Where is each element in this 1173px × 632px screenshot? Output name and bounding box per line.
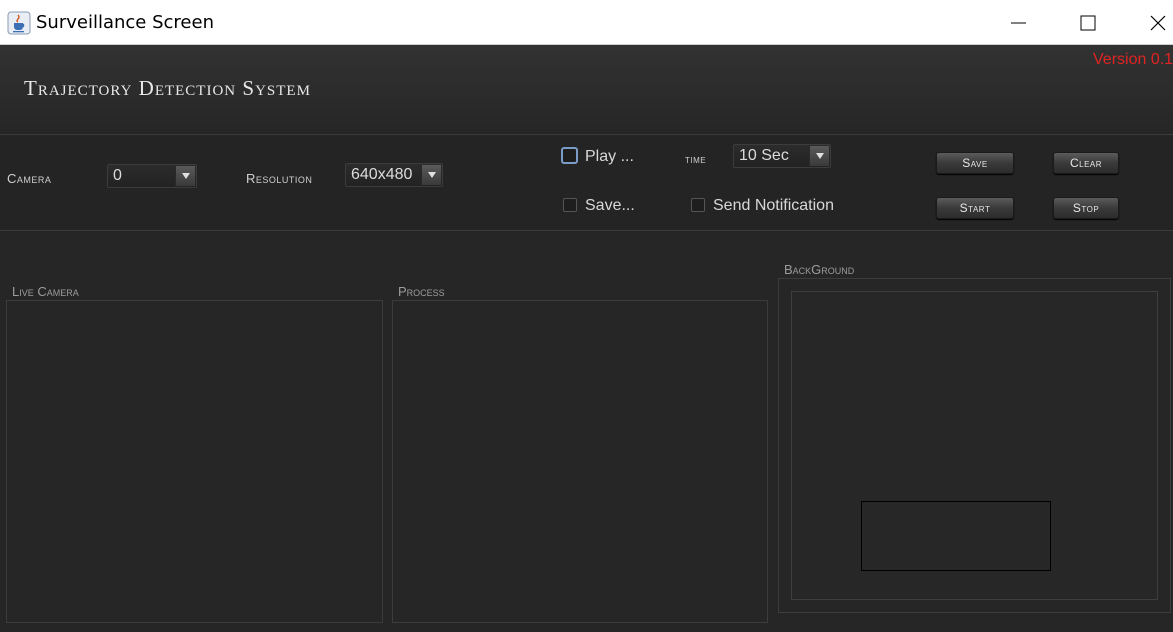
time-select[interactable]: 10 Sec (733, 144, 831, 168)
play-checkbox[interactable] (561, 147, 578, 164)
background-view (791, 291, 1158, 600)
camera-select-value: 0 (113, 167, 122, 184)
save-checkbox[interactable] (563, 198, 577, 212)
chevron-down-icon[interactable] (175, 166, 195, 186)
window-title-bar: Surveillance Screen (0, 0, 1173, 45)
chevron-down-icon[interactable] (809, 146, 829, 166)
stop-button[interactable]: Stop (1053, 197, 1119, 219)
time-select-value: 10 Sec (739, 147, 789, 164)
send-notification-checkbox[interactable] (691, 198, 705, 212)
camera-label: Camera (7, 171, 52, 186)
window-title: Surveillance Screen (36, 12, 214, 33)
send-notification-label: Send Notification (713, 197, 834, 214)
background-region (861, 501, 1051, 571)
minimize-icon[interactable] (1004, 8, 1034, 38)
java-cup-icon (7, 11, 31, 35)
save-checkbox-label: Save... (585, 197, 635, 214)
page-title: Trajectory Detection System (24, 76, 311, 100)
maximize-icon[interactable] (1073, 8, 1103, 38)
background-title: BackGround (784, 262, 855, 277)
process-title: Process (398, 284, 445, 299)
resolution-select-value: 640x480 (351, 166, 413, 183)
start-button[interactable]: Start (936, 197, 1014, 219)
chevron-down-icon[interactable] (421, 165, 441, 185)
control-panel: Camera 0 Resolution 640x480 Play ... tim… (0, 136, 1173, 231)
clear-button[interactable]: Clear (1053, 152, 1119, 174)
live-camera-view (6, 300, 383, 623)
save-button[interactable]: Save (936, 152, 1014, 174)
app-header: Trajectory Detection System Version 0.1 (0, 45, 1173, 135)
time-label: time (685, 152, 707, 166)
process-view (392, 300, 768, 623)
background-panel (778, 278, 1171, 613)
camera-select[interactable]: 0 (107, 164, 197, 188)
version-label: Version 0.1 (1093, 51, 1173, 68)
play-checkbox-label: Play ... (585, 148, 634, 165)
resolution-select[interactable]: 640x480 (345, 163, 443, 187)
resolution-label: Resolution (246, 171, 313, 186)
live-camera-title: Live Camera (12, 284, 79, 299)
close-icon[interactable] (1143, 8, 1173, 38)
